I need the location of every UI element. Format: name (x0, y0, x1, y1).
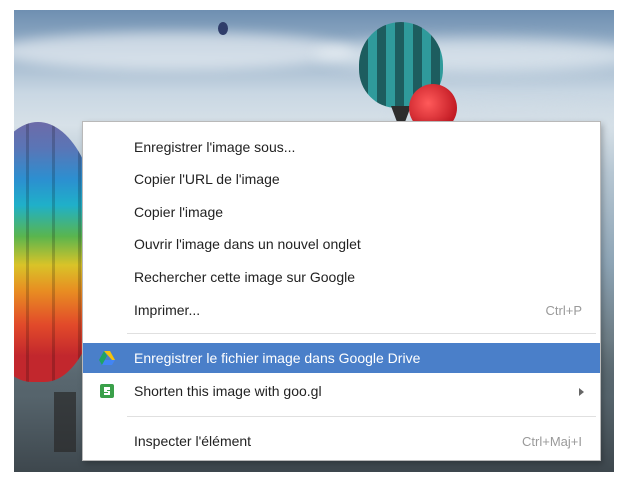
context-menu: Enregistrer l'image sous... Copier l'URL… (82, 121, 601, 461)
menu-item-label: Copier l'image (134, 204, 224, 220)
hot-air-balloon (218, 22, 228, 35)
menu-item-label: Shorten this image with goo.gl (134, 383, 322, 399)
menu-item-print[interactable]: Imprimer... Ctrl+P (83, 295, 600, 325)
menu-item-label: Ouvrir l'image dans un nouvel onglet (134, 236, 361, 252)
menu-item-inspect-element[interactable]: Inspecter l'élément Ctrl+Maj+I (83, 426, 600, 456)
menu-item-copy-image-url[interactable]: Copier l'URL de l'image (83, 164, 600, 194)
menu-item-open-image-new-tab[interactable]: Ouvrir l'image dans un nouvel onglet (83, 229, 600, 259)
menu-item-save-to-google-drive[interactable]: Enregistrer le fichier image dans Google… (83, 343, 600, 373)
balloon-basket (54, 392, 76, 452)
cloud (14, 32, 354, 70)
menu-item-label: Rechercher cette image sur Google (134, 269, 355, 285)
google-drive-icon (99, 350, 115, 366)
menu-separator (127, 333, 596, 334)
menu-item-label: Copier l'URL de l'image (134, 171, 280, 187)
goo-gl-icon (99, 383, 115, 399)
shortcut-label: Ctrl+P (545, 303, 582, 318)
shortcut-label: Ctrl+Maj+I (522, 434, 582, 449)
menu-item-search-image-google[interactable]: Rechercher cette image sur Google (83, 262, 600, 292)
submenu-arrow-icon (579, 388, 584, 396)
menu-item-label: Enregistrer l'image sous... (134, 139, 296, 155)
menu-item-save-image-as[interactable]: Enregistrer l'image sous... (83, 132, 600, 162)
menu-item-label: Enregistrer le fichier image dans Google… (134, 350, 421, 366)
menu-separator (127, 416, 596, 417)
menu-item-shorten-goo-gl[interactable]: Shorten this image with goo.gl (83, 376, 600, 406)
menu-item-copy-image[interactable]: Copier l'image (83, 197, 600, 227)
menu-item-label: Imprimer... (134, 302, 201, 318)
menu-item-label: Inspecter l'élément (134, 433, 252, 449)
